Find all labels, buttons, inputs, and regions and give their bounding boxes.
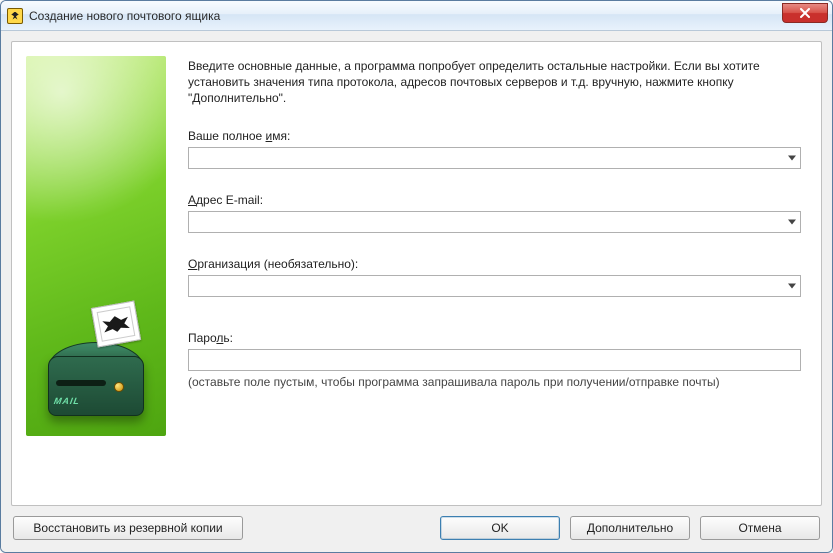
full-name-label: Ваше полное имя: xyxy=(188,129,801,143)
client-area: MAIL Введите основные данные, а программ… xyxy=(1,31,832,552)
password-label: Пароль: xyxy=(188,331,801,345)
chevron-down-icon xyxy=(788,283,796,288)
full-name-input[interactable] xyxy=(188,147,801,169)
restore-button[interactable]: Восстановить из резервной копии xyxy=(13,516,243,540)
window-title: Создание нового почтового ящика xyxy=(29,9,220,23)
main-panel: MAIL Введите основные данные, а программ… xyxy=(11,41,822,506)
mailbox-slot xyxy=(56,380,106,386)
close-icon xyxy=(800,8,810,18)
stamp-icon xyxy=(91,300,141,347)
password-hint: (оставьте поле пустым, чтобы программа з… xyxy=(188,375,801,389)
mailbox-text: MAIL xyxy=(53,396,81,406)
mailbox-knob xyxy=(114,382,124,392)
wizard-sidebar-image: MAIL xyxy=(26,56,166,436)
mailbox-illustration-body xyxy=(48,356,144,416)
org-label: Организация (необязательно): xyxy=(188,257,801,271)
form-area: Введите основные данные, а программа поп… xyxy=(188,56,801,491)
intro-text: Введите основные данные, а программа поп… xyxy=(188,58,801,107)
email-input[interactable] xyxy=(188,211,801,233)
advanced-button[interactable]: Дополнительно xyxy=(570,516,690,540)
chevron-down-icon xyxy=(788,219,796,224)
button-row: Восстановить из резервной копии OK Допол… xyxy=(11,506,822,542)
password-input[interactable] xyxy=(188,349,801,371)
bat-icon xyxy=(102,314,130,334)
app-icon xyxy=(7,8,23,24)
close-button[interactable] xyxy=(782,3,828,23)
dialog-window: Создание нового почтового ящика MAIL Вве… xyxy=(0,0,833,553)
email-label: Адрес E-mail: xyxy=(188,193,801,207)
chevron-down-icon xyxy=(788,155,796,160)
cancel-button[interactable]: Отмена xyxy=(700,516,820,540)
titlebar[interactable]: Создание нового почтового ящика xyxy=(1,1,832,31)
org-input[interactable] xyxy=(188,275,801,297)
ok-button[interactable]: OK xyxy=(440,516,560,540)
